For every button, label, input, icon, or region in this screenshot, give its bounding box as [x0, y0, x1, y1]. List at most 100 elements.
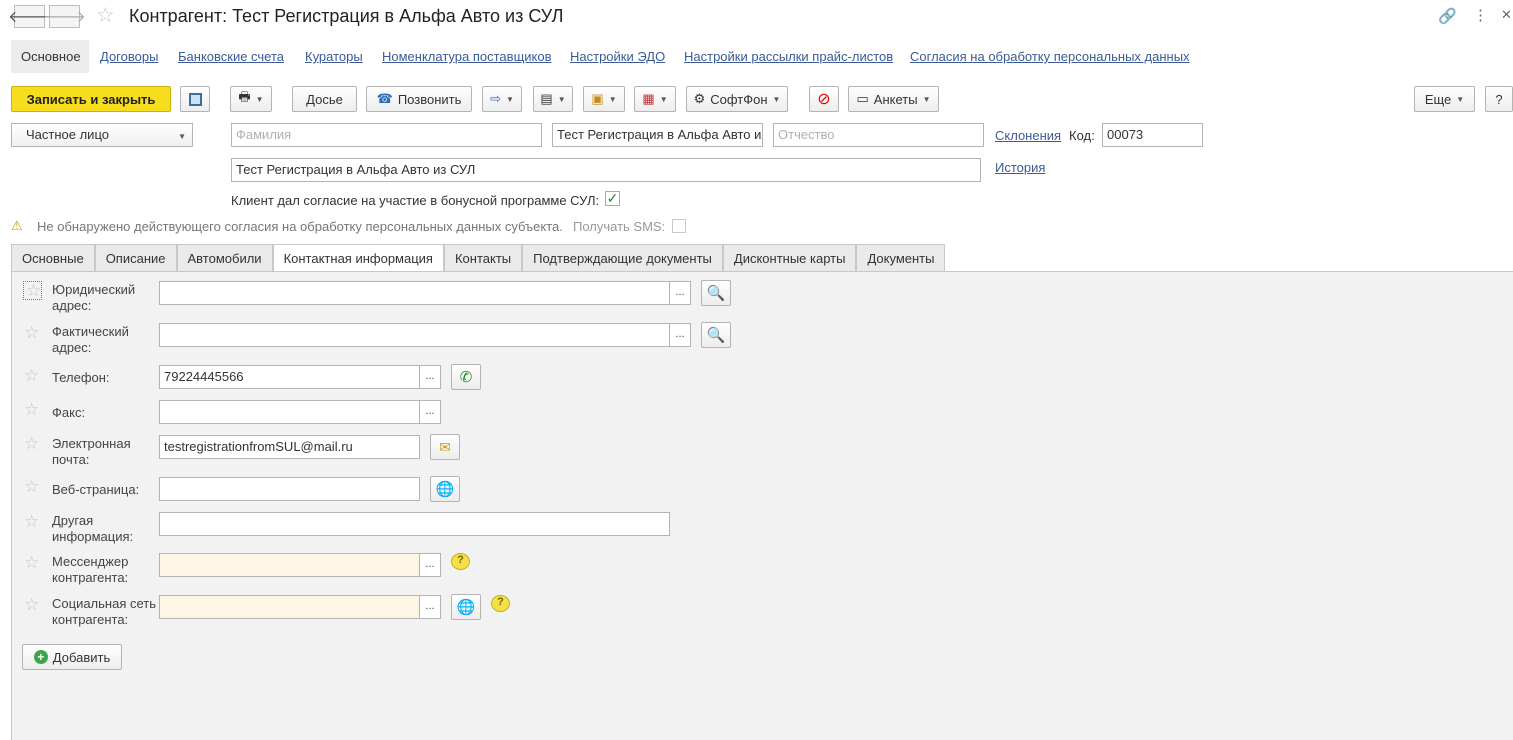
other-info-field[interactable]	[159, 512, 670, 536]
id-card-icon: ▭	[856, 91, 869, 106]
phone-label: Телефон:	[52, 370, 110, 385]
email-field[interactable]: testregistrationfromSUL@mail.ru	[159, 435, 420, 459]
attachments-button[interactable]: ▣ ▼	[583, 86, 625, 112]
globe-icon: 🌐	[435, 481, 455, 498]
actual-address-select-button[interactable]: ...	[669, 323, 691, 347]
envelope-icon: ✉	[439, 438, 451, 455]
webpage-field[interactable]	[159, 477, 420, 501]
person-type-select[interactable]: Частное лицо ▼	[11, 123, 193, 147]
star-icon[interactable]: ☆	[24, 400, 39, 420]
star-icon[interactable]: ☆	[26, 281, 41, 301]
globe-icon: 🌐	[456, 599, 476, 616]
reports-button[interactable]: ▤ ▼	[533, 86, 573, 112]
tab-discount-cards[interactable]: Дисконтные карты	[722, 244, 857, 271]
declensions-link[interactable]: Склонения	[995, 128, 1061, 143]
phone-field[interactable]: 79224445566	[159, 365, 420, 389]
messenger-field[interactable]	[159, 553, 420, 577]
social-network-select-button[interactable]: ...	[419, 595, 441, 619]
tab-contacts[interactable]: Контакты	[443, 244, 523, 271]
section-edo-settings[interactable]: Настройки ЭДО	[570, 49, 665, 64]
star-icon[interactable]: ☆	[24, 323, 39, 343]
star-icon[interactable]: ☆	[24, 595, 39, 615]
surveys-button[interactable]: ▭ Анкеты ▼	[848, 86, 939, 112]
actual-address-field[interactable]	[159, 323, 670, 347]
clear-button[interactable]: ⊘	[809, 86, 839, 112]
star-icon[interactable]: ☆	[24, 434, 39, 454]
section-contracts[interactable]: Договоры	[100, 49, 158, 64]
section-bank-accounts[interactable]: Банковские счета	[178, 49, 284, 64]
help-tooltip-icon[interactable]: ?	[451, 553, 470, 570]
tab-documents[interactable]: Документы	[856, 244, 946, 271]
close-icon[interactable]: ✕	[1501, 7, 1512, 23]
add-contact-button[interactable]: + Добавить	[22, 644, 122, 670]
window-title: Контрагент: Тест Регистрация в Альфа Авт…	[129, 6, 564, 26]
fax-field[interactable]	[159, 400, 420, 424]
messenger-select-button[interactable]: ...	[419, 553, 441, 577]
section-main[interactable]: Основное	[21, 49, 81, 64]
strikethrough-icon: ⊘	[817, 91, 831, 108]
phone-select-button[interactable]: ...	[419, 365, 441, 389]
print-button[interactable]: 🖶 ▼	[230, 86, 272, 112]
section-supplier-nomenclature[interactable]: Номенклатура поставщиков	[382, 49, 552, 64]
tab-supporting-docs[interactable]: Подтверждающие документы	[522, 244, 723, 271]
back-button[interactable]: 🡐	[8, 5, 51, 28]
patronymic-field[interactable]: Отчество	[773, 123, 984, 147]
chart-report-button[interactable]: ▦ ▼	[634, 86, 676, 112]
email-send-button[interactable]: ✉	[430, 434, 460, 460]
legal-address-map-button[interactable]: 🔍	[701, 280, 731, 306]
save-button[interactable]	[180, 86, 210, 112]
code-field[interactable]: 00073	[1102, 123, 1203, 147]
webpage-open-button[interactable]: 🌐	[430, 476, 460, 502]
favorite-star-icon[interactable]: ☆	[96, 3, 115, 28]
section-curators[interactable]: Кураторы	[305, 49, 363, 64]
phone-call-button[interactable]: ✆	[451, 364, 481, 390]
section-personal-data-consents[interactable]: Согласия на обработку персональных данны…	[910, 49, 1190, 64]
help-button[interactable]: ?	[1485, 86, 1513, 112]
actual-address-map-button[interactable]: 🔍	[701, 322, 731, 348]
social-network-field[interactable]	[159, 595, 420, 619]
save-close-button[interactable]: Записать и закрыть	[11, 86, 171, 112]
legal-address-select-button[interactable]: ...	[669, 281, 691, 305]
softphone-button[interactable]: ⚙ СофтФон ▼	[686, 86, 788, 112]
full-name-field[interactable]: Тест Регистрация в Альфа Авто из СУЛ	[231, 158, 981, 182]
social-network-label: Социальная сеть контрагента:	[52, 596, 156, 627]
person-type-value: Частное лицо	[26, 127, 109, 142]
add-label: Добавить	[52, 649, 111, 665]
tab-cars[interactable]: Автомобили	[176, 244, 273, 271]
star-icon[interactable]: ☆	[24, 512, 39, 532]
link-icon[interactable]: 🔗	[1438, 7, 1457, 25]
legal-address-field[interactable]	[159, 281, 670, 305]
tab-bar: Основные Описание Автомобили Контактная …	[11, 244, 946, 272]
warning-text: Не обнаружено действующего согласия на о…	[37, 219, 563, 234]
webpage-label: Веб-страница:	[52, 482, 140, 497]
call-button[interactable]: ☎ Позвонить	[366, 86, 472, 112]
magnifier-icon: 🔍	[706, 285, 726, 302]
printer-icon: 🖶	[238, 89, 251, 104]
create-based-button[interactable]: ⇨ ▼	[482, 86, 522, 112]
history-link[interactable]: История	[995, 160, 1045, 175]
forward-button[interactable]: 🡒	[43, 5, 86, 28]
surname-field[interactable]: Фамилия	[231, 123, 542, 147]
tab-description[interactable]: Описание	[94, 244, 177, 271]
more-label: Еще	[1424, 91, 1452, 107]
fax-select-button[interactable]: ...	[419, 400, 441, 424]
other-info-label: Другая информация:	[52, 513, 134, 544]
name-field[interactable]: Тест Регистрация в Альфа Авто из СУЛ	[552, 123, 763, 147]
star-icon[interactable]: ☆	[24, 477, 39, 497]
tab-contact-info[interactable]: Контактная информация	[272, 244, 444, 272]
dossier-button[interactable]: Досье	[292, 86, 357, 112]
create-based-icon: ⇨	[490, 91, 501, 106]
help-tooltip-icon[interactable]: ?	[491, 595, 510, 612]
messenger-label: Мессенджер контрагента:	[52, 554, 129, 585]
social-network-open-button[interactable]: 🌐	[451, 594, 481, 620]
more-vert-icon[interactable]: ⋮	[1473, 6, 1488, 24]
bonus-consent-checkbox[interactable]: ✓	[605, 191, 620, 206]
star-icon[interactable]: ☆	[24, 553, 39, 573]
sms-checkbox[interactable]	[672, 219, 686, 233]
tab-main[interactable]: Основные	[11, 244, 95, 271]
more-button[interactable]: Еще ▼	[1414, 86, 1475, 112]
attachment-icon: ▣	[591, 91, 604, 106]
chart-icon: ▦	[642, 91, 655, 106]
section-pricelist-mailing[interactable]: Настройки рассылки прайс-листов	[684, 49, 893, 64]
star-icon[interactable]: ☆	[24, 366, 39, 386]
